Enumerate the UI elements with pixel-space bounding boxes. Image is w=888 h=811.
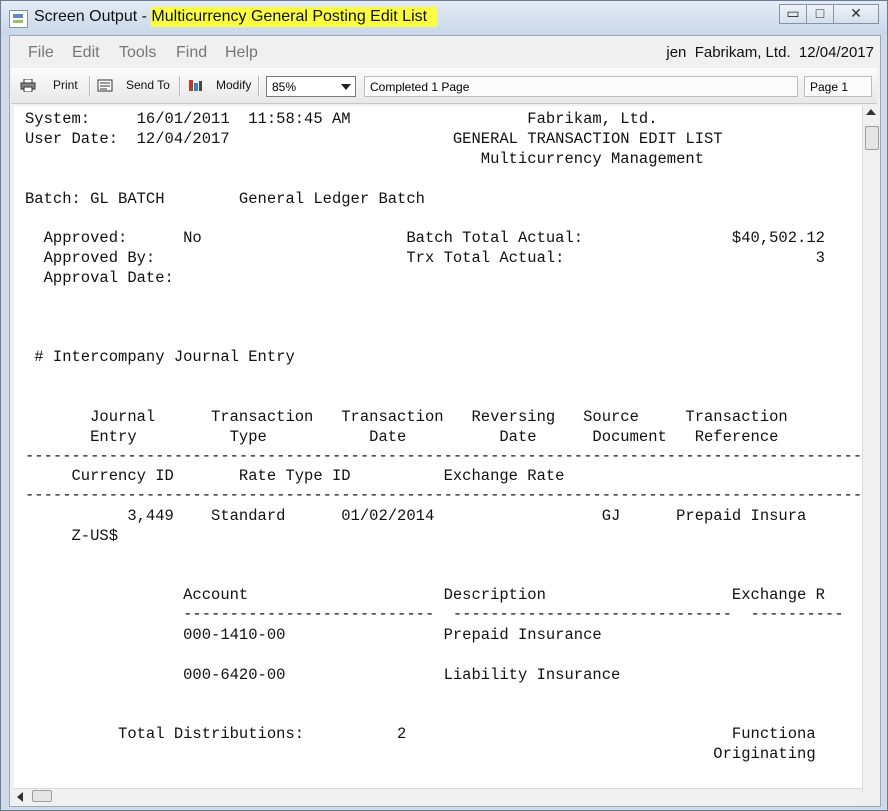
vertical-scrollbar[interactable] — [862, 106, 879, 792]
report-view: System: 16/01/2011 11:58:45 AM Fabrikam,… — [14, 106, 862, 792]
report-line: Approved By: Trx Total Actual: 3 — [25, 249, 825, 267]
app-icon — [9, 10, 28, 28]
status-field: Completed 1 Page — [364, 76, 798, 97]
window-title-highlight: Multicurrency General Posting Edit List — [151, 7, 438, 27]
company-info: jen Fabrikam, Ltd. 12/04/2017 — [666, 44, 874, 61]
report-divider: --------------------------- ------------… — [25, 605, 844, 623]
title-bar: Screen Output - Multicurrency General Po… — [1, 1, 887, 35]
zoom-select[interactable]: 85% — [266, 76, 356, 97]
menu-help[interactable]: Help — [225, 44, 258, 62]
report-line: Journal Transaction Transaction Reversin… — [25, 408, 788, 426]
printer-icon[interactable] — [20, 79, 36, 92]
horizontal-scrollbar[interactable] — [14, 788, 862, 803]
report-line: 3,449 Standard 01/02/2014 GJ Prepaid Ins… — [25, 507, 807, 525]
report-line: 000-6420-00 Liability Insurance — [25, 666, 621, 684]
status-text: Completed 1 Page — [370, 80, 470, 94]
scroll-thumb[interactable] — [32, 790, 52, 802]
modify-icon[interactable] — [187, 79, 203, 92]
page-indicator: Page 1 — [804, 76, 872, 97]
report-line: Fabrikam, Ltd. — [25, 110, 658, 128]
client-area: File Edit Tools Find Help jen Fabrikam, … — [9, 35, 881, 807]
close-button[interactable]: ✕ — [833, 4, 879, 24]
report-divider: ----------------------------------------… — [25, 486, 862, 504]
report-line: # Intercompany Journal Entry — [25, 348, 295, 366]
send-to-button[interactable]: Send To — [126, 78, 170, 92]
report-line: Entry Type Date Date Document Reference — [25, 428, 779, 446]
report-divider: ----------------------------------------… — [25, 447, 862, 465]
report-line: Total Distributions: 2 Functiona — [25, 725, 816, 743]
screen-output-window: Screen Output - Multicurrency General Po… — [0, 0, 888, 811]
toolbar: Print Send To Modify 85% Completed 1 Pag… — [11, 68, 877, 104]
report-line: Currency ID Rate Type ID Exchange Rate — [25, 467, 565, 485]
window-controls: ▭ □ ✕ — [779, 4, 879, 24]
minimize-button[interactable]: ▭ — [779, 4, 807, 24]
scroll-thumb[interactable] — [865, 126, 879, 150]
window-title: Screen Output - Multicurrency General Po… — [34, 7, 438, 27]
toolbar-separator — [258, 76, 260, 96]
scroll-up-icon[interactable] — [866, 109, 876, 115]
chevron-down-icon[interactable] — [341, 84, 351, 90]
report-line: 000-1410-00 Prepaid Insurance — [25, 626, 602, 644]
zoom-value: 85% — [272, 80, 297, 94]
report-line: Z-US$ — [25, 527, 119, 545]
menu-bar: File Edit Tools Find Help jen Fabrikam, … — [10, 36, 880, 66]
menu-find[interactable]: Find — [176, 44, 207, 62]
modify-button[interactable]: Modify — [216, 78, 251, 92]
maximize-button[interactable]: □ — [806, 4, 834, 24]
scroll-left-icon[interactable] — [17, 792, 23, 802]
window-title-prefix: Screen Output - — [34, 8, 147, 25]
send-to-icon[interactable] — [97, 79, 113, 92]
menu-edit[interactable]: Edit — [72, 44, 100, 62]
menu-tools[interactable]: Tools — [119, 44, 156, 62]
report-line: Multicurrency Management — [25, 150, 705, 168]
report-line: GENERAL TRANSACTION EDIT LIST — [25, 130, 723, 148]
report-line: Approval Date: — [25, 269, 174, 287]
report-line: Approved: No Batch Total Actual: $40,502… — [25, 229, 825, 247]
report-line: Batch: GL BATCH General Ledger Batch — [25, 190, 425, 208]
report-line: Originating — [25, 745, 816, 763]
toolbar-separator — [179, 76, 181, 96]
menu-file[interactable]: File — [28, 44, 54, 62]
report-line: Account Description Exchange R — [25, 586, 825, 604]
toolbar-separator — [89, 76, 91, 96]
page-text: Page 1 — [810, 80, 849, 94]
print-button[interactable]: Print — [53, 78, 78, 92]
